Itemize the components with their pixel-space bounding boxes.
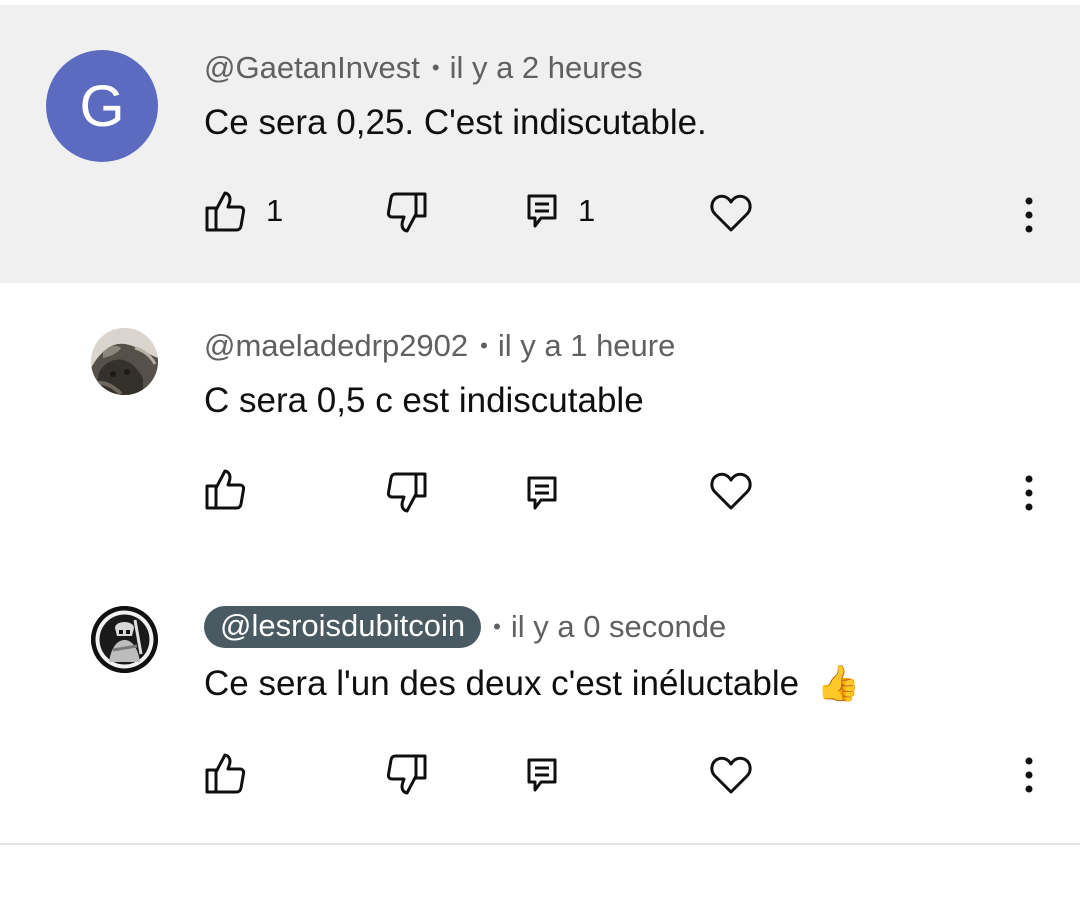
heart-icon bbox=[710, 472, 752, 510]
like-button[interactable]: 1 bbox=[204, 189, 283, 233]
comment-text-body: Ce sera l'un des deux c'est inéluctable bbox=[204, 664, 800, 703]
dislike-button[interactable] bbox=[386, 471, 428, 515]
thumbs-down-icon bbox=[386, 754, 427, 795]
reply-comment-icon bbox=[527, 758, 557, 792]
more-options-button[interactable] bbox=[1022, 475, 1036, 511]
comment-actions bbox=[0, 463, 1080, 523]
thumbs-up-icon bbox=[205, 469, 246, 510]
comment-meta: @maeladedrp2902 • il y a 1 heure bbox=[204, 328, 675, 364]
more-options-button[interactable] bbox=[1022, 197, 1036, 233]
comment-meta: @lesroisdubitcoin • il y a 0 seconde bbox=[204, 606, 726, 648]
heart-icon bbox=[710, 194, 752, 232]
thumbs-down-icon bbox=[386, 192, 427, 233]
more-options-button[interactable] bbox=[1022, 757, 1036, 793]
warrior-emblem-avatar-icon bbox=[91, 606, 158, 673]
reply-comment-icon bbox=[527, 476, 557, 510]
comment-meta: @GaetanInvest • il y a 2 heures bbox=[204, 50, 643, 86]
more-vertical-icon bbox=[1025, 757, 1033, 793]
avatar[interactable] bbox=[91, 606, 158, 673]
heart-button[interactable] bbox=[709, 755, 753, 795]
reply-comment-icon bbox=[527, 194, 557, 228]
thumbs-up-icon bbox=[205, 753, 246, 794]
heart-icon bbox=[710, 756, 752, 794]
heart-button[interactable] bbox=[709, 471, 753, 511]
more-vertical-icon bbox=[1025, 197, 1033, 233]
comment-text: C sera 0,5 c est indiscutable bbox=[204, 381, 644, 420]
timestamp[interactable]: il y a 0 seconde bbox=[511, 609, 726, 645]
thumbs-down-icon bbox=[386, 472, 427, 513]
bottom-divider bbox=[0, 843, 1080, 845]
dislike-button[interactable] bbox=[386, 753, 428, 797]
author-name[interactable]: @maeladedrp2902 bbox=[204, 328, 468, 364]
comment-text: Ce sera 0,25. C'est indiscutable. bbox=[204, 103, 707, 142]
like-count: 1 bbox=[266, 193, 284, 228]
avatar[interactable]: G bbox=[46, 50, 158, 162]
cat-photo-avatar-icon bbox=[91, 328, 158, 395]
channel-owner-author-chip[interactable]: @lesroisdubitcoin bbox=[204, 606, 482, 648]
timestamp[interactable]: il y a 1 heure bbox=[498, 328, 676, 364]
avatar[interactable] bbox=[91, 328, 158, 395]
reply-button[interactable] bbox=[526, 475, 558, 511]
reply-count: 1 bbox=[578, 193, 596, 228]
thumbs-up-emoji: 👍 bbox=[816, 664, 861, 703]
separator: • bbox=[431, 55, 440, 80]
comment-text: Ce sera l'un des deux c'est inéluctable … bbox=[204, 663, 860, 704]
like-button[interactable] bbox=[204, 751, 246, 795]
comment-actions bbox=[0, 745, 1080, 805]
timestamp[interactable]: il y a 2 heures bbox=[450, 50, 643, 86]
separator: • bbox=[480, 333, 488, 358]
comment-actions: 1 1 bbox=[0, 183, 1080, 243]
reply-button[interactable]: 1 bbox=[526, 193, 595, 229]
author-name[interactable]: @GaetanInvest bbox=[204, 50, 420, 86]
like-button[interactable] bbox=[204, 467, 246, 511]
separator: • bbox=[493, 614, 501, 639]
dislike-button[interactable] bbox=[386, 191, 428, 235]
reply-button[interactable] bbox=[526, 757, 558, 793]
heart-button[interactable] bbox=[709, 193, 753, 233]
thumbs-up-icon bbox=[205, 191, 246, 232]
more-vertical-icon bbox=[1025, 475, 1033, 511]
